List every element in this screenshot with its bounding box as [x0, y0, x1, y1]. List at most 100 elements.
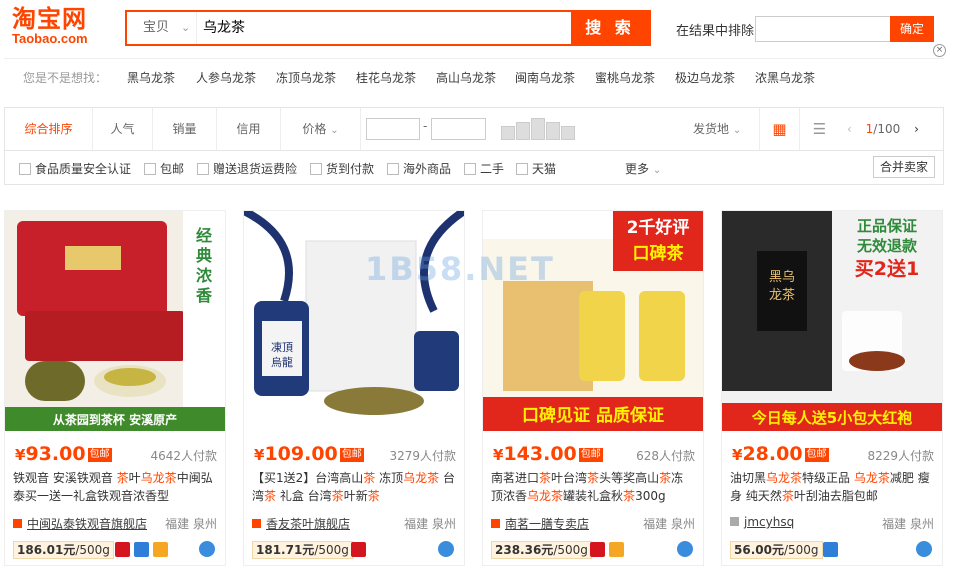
exclude-input[interactable]	[755, 16, 891, 42]
filter-label: 二手	[480, 162, 505, 176]
shop-link[interactable]: 香友茶叶旗舰店	[252, 515, 350, 532]
wangwang-chat-icon[interactable]	[677, 541, 693, 557]
product-price: ¥143.00 包邮	[493, 443, 603, 465]
suggestion-item[interactable]: 黑乌龙茶	[127, 69, 175, 86]
checkbox[interactable]	[19, 163, 31, 175]
credit-badge-icon[interactable]	[609, 542, 624, 557]
suggestion-item[interactable]: 蜜桃乌龙茶	[595, 69, 655, 86]
suggestion-item[interactable]: 浓黑乌龙茶	[755, 69, 815, 86]
product-image[interactable]: 经 典 浓 香 从茶园到茶杯 安溪原产	[5, 211, 225, 431]
search-type-label: 宝贝	[143, 20, 170, 35]
more-label: 更多	[625, 162, 650, 176]
tmall-badge-icon[interactable]	[351, 542, 366, 557]
price-value: 93.00	[25, 443, 86, 465]
shop-link[interactable]: 南茗一膳专卖店	[491, 515, 589, 532]
shop-icon	[13, 519, 22, 528]
svg-text:口碑见证 品质保证: 口碑见证 品质保证	[522, 405, 664, 426]
checkbox[interactable]	[310, 163, 322, 175]
svg-text:经: 经	[196, 226, 212, 245]
search-type-select[interactable]: 宝贝 ⌄	[127, 12, 197, 44]
svg-text:今日每人送5小包大红袍: 今日每人送5小包大红袍	[751, 409, 912, 427]
price-distribution-icon[interactable]	[501, 118, 577, 140]
close-icon[interactable]: ×	[933, 44, 946, 57]
checkbox[interactable]	[387, 163, 399, 175]
sold-count: 4642人付款	[150, 449, 217, 463]
suggestion-item[interactable]: 冻顶乌龙茶	[276, 69, 336, 86]
product-card[interactable]: 经 典 浓 香 从茶园到茶杯 安溪原产 ¥93.00 包邮 4642人付款 铁观音…	[4, 210, 226, 566]
sort-tab-popularity[interactable]: 人气	[93, 108, 153, 150]
suggestion-item[interactable]: 极边乌龙茶	[675, 69, 735, 86]
wangwang-chat-icon[interactable]	[916, 541, 932, 557]
search-button[interactable]: 搜 索	[571, 12, 649, 44]
filter-overseas[interactable]: 海外商品	[387, 160, 451, 177]
sort-tab-credit[interactable]: 信用	[217, 108, 281, 150]
checkbox[interactable]	[144, 163, 156, 175]
product-price: ¥93.00 包邮	[15, 443, 112, 465]
sort-tab-price[interactable]: 价格 ⌄	[281, 108, 361, 150]
grid-view-icon[interactable]: ▦	[759, 108, 799, 150]
wangwang-chat-icon[interactable]	[199, 541, 215, 557]
filter-cod[interactable]: 货到付款	[310, 160, 374, 177]
price-value: 109.00	[264, 443, 338, 465]
suggestion-item[interactable]: 桂花乌龙茶	[356, 69, 416, 86]
product-title[interactable]: 【买1送2】台湾高山茶 冻顶乌龙茶 台湾茶 礼盒 台湾茶叶新茶	[252, 469, 456, 505]
filter-tmall[interactable]: 天猫	[516, 160, 556, 177]
shop-name: jmcyhsq	[744, 515, 795, 529]
credit-badge-icon[interactable]	[153, 542, 168, 557]
price-min-input[interactable]	[366, 118, 420, 140]
svg-text:从茶园到茶杯 安溪原产: 从茶园到茶杯 安溪原产	[53, 412, 177, 427]
product-title[interactable]: 铁观音 安溪铁观音 茶叶乌龙茶中闽弘泰买一送一礼盒铁观音浓香型	[13, 469, 217, 505]
chevron-down-icon: ⌄	[732, 125, 742, 136]
wangwang-chat-icon[interactable]	[438, 541, 454, 557]
product-card[interactable]: 黑乌 龙茶 正品保证 无效退款 买2送1 今日每人送5小包大红袍 ¥28.00 包…	[721, 210, 943, 566]
svg-text:浓: 浓	[196, 266, 213, 285]
free-shipping-badge: 包邮	[339, 448, 364, 462]
exclude-label: 在结果中排除	[676, 24, 755, 39]
merge-sellers-button[interactable]: 合并卖家	[873, 156, 935, 178]
filter-food-safety[interactable]: 食品质量安全认证	[19, 160, 131, 177]
product-image[interactable]: 凍頂 烏龍	[244, 211, 464, 431]
checkbox[interactable]	[464, 163, 476, 175]
sort-tab-default[interactable]: 综合排序	[5, 108, 93, 150]
taobao-logo[interactable]: 淘宝网 Taobao.com	[12, 6, 112, 48]
filter-secondhand[interactable]: 二手	[464, 160, 504, 177]
sold-count: 3279人付款	[389, 449, 456, 463]
ship-from-dropdown[interactable]: 发货地 ⌄	[693, 108, 741, 152]
suggestion-item[interactable]: 闽南乌龙茶	[515, 69, 575, 86]
tmall-badge-icon[interactable]	[115, 542, 130, 557]
shop-link[interactable]: jmcyhsq	[730, 515, 794, 529]
suggestion-item[interactable]: 高山乌龙茶	[436, 69, 496, 86]
search-input[interactable]	[199, 12, 571, 44]
search-bar: 宝贝 ⌄ 搜 索	[125, 10, 651, 46]
tmall-badge-icon[interactable]	[590, 542, 605, 557]
list-view-icon[interactable]: ☰	[799, 108, 839, 150]
more-filters[interactable]: 更多 ⌄	[625, 160, 661, 177]
suggestion-item[interactable]: 人参乌龙茶	[196, 69, 256, 86]
product-image[interactable]: 2千好评 口碑茶 口碑见证 品质保证	[483, 211, 703, 431]
svg-text:黑乌: 黑乌	[769, 269, 795, 285]
filter-return-insurance[interactable]: 赠送退货运费险	[197, 160, 297, 177]
price-value: 28.00	[742, 443, 803, 465]
product-title[interactable]: 南茗进口茶叶台湾茶头等奖高山茶冻顶浓香乌龙茶罐装礼盒秋茶300g	[491, 469, 695, 505]
checkbox[interactable]	[197, 163, 209, 175]
exclude-confirm-button[interactable]: 确定	[890, 16, 934, 42]
svg-text:香: 香	[195, 286, 213, 305]
sort-tab-sales[interactable]: 销量	[153, 108, 217, 150]
service-badge-icon[interactable]	[134, 542, 149, 557]
next-page-icon[interactable]: ›	[914, 122, 919, 136]
filter-free-shipping[interactable]: 包邮	[144, 160, 184, 177]
shop-icon	[491, 519, 500, 528]
checkbox[interactable]	[516, 163, 528, 175]
shop-link[interactable]: 中闽弘泰铁观音旗舰店	[13, 515, 147, 532]
prev-page-icon[interactable]: ‹	[847, 122, 852, 136]
logo-cn: 淘宝网	[12, 5, 87, 33]
shop-name: 香友茶叶旗舰店	[266, 517, 351, 531]
service-badge-icon[interactable]	[823, 542, 838, 557]
svg-text:无效退款: 无效退款	[856, 237, 918, 255]
shop-icon	[252, 519, 261, 528]
product-title[interactable]: 油切黑乌龙茶特级正品 乌龙茶减肥 瘦身 纯天然茶叶刮油去脂包邮	[730, 469, 934, 505]
price-max-input[interactable]	[431, 118, 486, 140]
product-image[interactable]: 黑乌 龙茶 正品保证 无效退款 买2送1 今日每人送5小包大红袍	[722, 211, 942, 431]
filter-row: 食品质量安全认证 包邮 赠送退货运费险 货到付款 海外商品 二手 天猫 更多 ⌄…	[4, 151, 944, 185]
shop-name: 南茗一膳专卖店	[505, 517, 590, 531]
